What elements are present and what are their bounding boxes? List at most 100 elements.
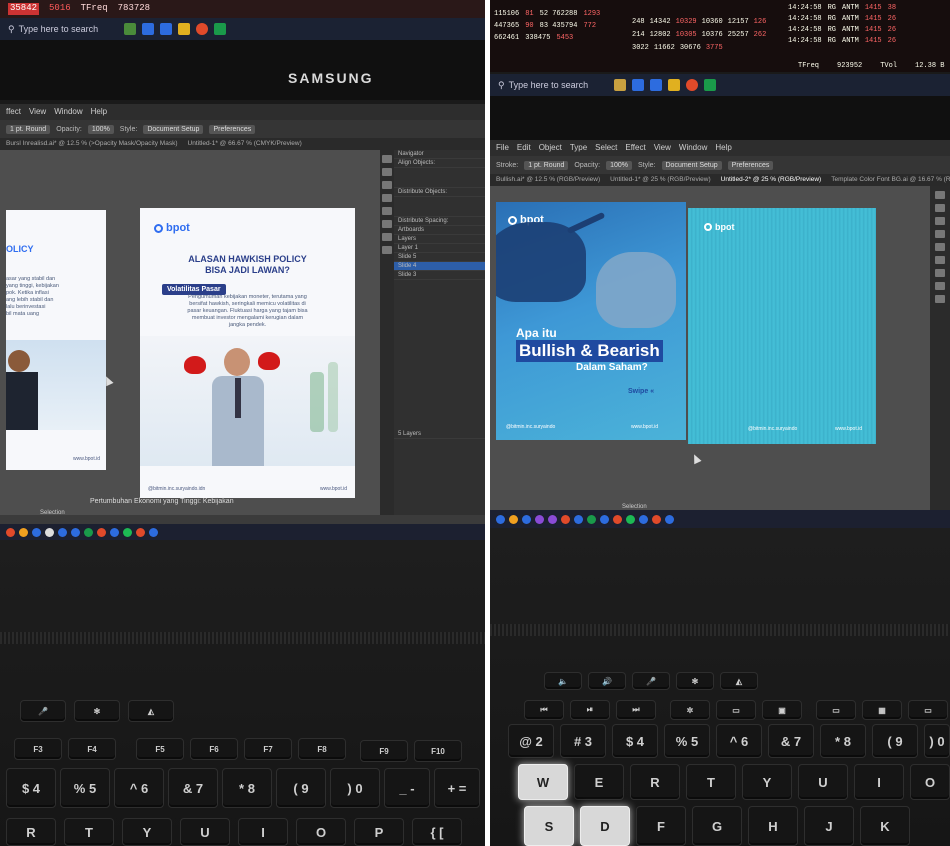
taskbar-app-icon[interactable] <box>613 514 622 524</box>
key-w[interactable]: W <box>518 764 568 800</box>
key-t[interactable]: T <box>686 764 736 800</box>
doc-tab[interactable]: Template Color Font BG.ai @ 16.67 % (RGB… <box>831 176 950 184</box>
key-equals[interactable]: + = <box>434 768 480 808</box>
key-9[interactable]: ( 9 <box>276 768 326 808</box>
taskbar-app-icon[interactable] <box>123 527 132 537</box>
stroke-profile-select[interactable]: 1 pt. Round <box>524 160 569 170</box>
key-f11[interactable]: ▭ <box>908 700 948 720</box>
key-5[interactable]: % 5 <box>60 768 110 808</box>
taskbar-app-icon[interactable] <box>45 527 54 537</box>
premiere-taskbar-icon[interactable] <box>535 514 544 524</box>
key-f10[interactable]: ▦ <box>862 700 902 720</box>
key-0[interactable]: ) 0 <box>924 724 950 758</box>
key-0[interactable]: ) 0 <box>330 768 380 808</box>
opacity-input[interactable]: 100% <box>606 160 632 170</box>
artboard-slide-main[interactable]: bpot ALASAN HAWKISH POLICY BISA JADI LAW… <box>140 208 355 498</box>
key-k[interactable]: K <box>860 806 910 846</box>
tool-icon[interactable] <box>382 168 392 176</box>
document-setup-button[interactable]: Document Setup <box>143 124 204 134</box>
folder-icon[interactable] <box>668 79 680 91</box>
taskbar-app-icon[interactable] <box>32 527 41 537</box>
key-8[interactable]: * 8 <box>222 768 272 808</box>
taskbar-app-icon[interactable] <box>136 527 145 537</box>
artboard-slide-partial[interactable]: OLICY asar yang stabil dan yang tinggi, … <box>6 210 106 470</box>
doc-tab[interactable]: Bursl Inrealisd.ai* @ 12.5 % (>Opacity M… <box>6 140 178 148</box>
key-f5[interactable]: F5 <box>136 738 184 760</box>
tool-icon[interactable] <box>382 207 392 215</box>
taskbar-app-icon[interactable] <box>110 527 119 537</box>
chrome-icon[interactable] <box>686 79 698 91</box>
key-f7[interactable]: F7 <box>244 738 292 760</box>
layer-row[interactable]: Layer 1 <box>394 244 485 253</box>
taskbar-app-icon[interactable] <box>561 514 570 524</box>
panel-tab-layers[interactable]: Layers <box>394 235 485 244</box>
artboard-bull-bear[interactable]: bpot Apa itu Bullish & Bearish Dalam Sah… <box>496 202 686 440</box>
key-9[interactable]: ( 9 <box>872 724 918 758</box>
menu-effect[interactable]: ffect <box>6 107 21 117</box>
key-5[interactable]: % 5 <box>664 724 710 758</box>
key-6[interactable]: ^ 6 <box>716 724 762 758</box>
artboard-canvas[interactable]: bpot Apa itu Bullish & Bearish Dalam Sah… <box>490 186 930 516</box>
key-volume-down[interactable]: 🔈 <box>544 672 582 690</box>
key-volume-up[interactable]: 🔊 <box>588 672 626 690</box>
key-play-pause[interactable]: ⏯ <box>570 700 610 720</box>
taskbar-app-icon[interactable] <box>652 514 661 524</box>
taskbar-app-icon[interactable] <box>600 514 609 524</box>
artboard-wave-background[interactable]: bpot @bitmin.inc.suryaindo www.bpot.id <box>688 208 876 444</box>
preferences-button[interactable]: Preferences <box>209 124 256 134</box>
menu-view[interactable]: View <box>29 107 46 117</box>
taskbar-app-icon[interactable] <box>574 514 583 524</box>
taskbar-app-icon[interactable] <box>58 527 67 537</box>
key-mic-mute[interactable]: 🎤 <box>20 700 66 722</box>
photoshop-taskbar-icon[interactable] <box>522 514 531 524</box>
key-4[interactable]: $ 4 <box>612 724 658 758</box>
key-i[interactable]: I <box>854 764 904 800</box>
folder-icon[interactable] <box>178 23 190 35</box>
key-f9[interactable]: F9 <box>360 740 408 762</box>
tool-icon[interactable] <box>935 295 945 303</box>
key-f4[interactable]: F4 <box>68 738 116 760</box>
tool-icon[interactable] <box>935 243 945 251</box>
doc-tab[interactable]: Bullish.ai* @ 12.5 % (RGB/Preview) <box>496 176 600 184</box>
key-f9[interactable]: ▭ <box>816 700 856 720</box>
key-f10[interactable]: F10 <box>414 740 462 762</box>
app-icon[interactable] <box>124 23 136 35</box>
tool-icon[interactable] <box>935 230 945 238</box>
menu-select[interactable]: Select <box>595 143 617 153</box>
tool-icon[interactable] <box>935 204 945 212</box>
layer-row[interactable]: Slide 3 <box>394 271 485 280</box>
key-h[interactable]: H <box>748 806 798 846</box>
key-f6[interactable]: F6 <box>190 738 238 760</box>
tool-icon[interactable] <box>935 269 945 277</box>
taskbar-app-icon[interactable] <box>97 527 106 537</box>
key-f6-screen[interactable]: ▭ <box>716 700 756 720</box>
mail-icon[interactable] <box>142 23 154 35</box>
key-8[interactable]: * 8 <box>820 724 866 758</box>
menu-window[interactable]: Window <box>54 107 82 117</box>
rti-icon[interactable] <box>704 79 716 91</box>
key-fan[interactable]: ✻ <box>74 700 120 722</box>
taskbar-app-icon[interactable] <box>665 514 674 524</box>
menu-view[interactable]: View <box>654 143 671 153</box>
doc-tab-active[interactable]: Untitled-2* @ 25 % (RGB/Preview) <box>721 176 822 184</box>
key-6[interactable]: ^ 6 <box>114 768 164 808</box>
key-rog[interactable]: ◭ <box>128 700 174 722</box>
tool-icon[interactable] <box>382 155 392 163</box>
key-mic-mute[interactable]: 🎤 <box>632 672 670 690</box>
key-rog[interactable]: ◭ <box>720 672 758 690</box>
tool-icon[interactable] <box>382 233 392 241</box>
key-r[interactable]: R <box>630 764 680 800</box>
taskbar-search[interactable]: ⚲ Type here to search <box>8 24 118 35</box>
menu-help[interactable]: Help <box>715 143 731 153</box>
key-f5-aura[interactable]: ✲ <box>670 700 710 720</box>
tool-icon[interactable] <box>382 194 392 202</box>
key-e[interactable]: E <box>574 764 624 800</box>
key-f8[interactable]: F8 <box>298 738 346 760</box>
menu-file[interactable]: File <box>496 143 509 153</box>
distribute-buttons[interactable] <box>394 197 485 217</box>
key-2[interactable]: @ 2 <box>508 724 554 758</box>
taskbar-app-icon[interactable] <box>496 514 505 524</box>
menu-window[interactable]: Window <box>679 143 707 153</box>
key-o[interactable]: O <box>910 764 950 800</box>
menu-edit[interactable]: Edit <box>517 143 531 153</box>
